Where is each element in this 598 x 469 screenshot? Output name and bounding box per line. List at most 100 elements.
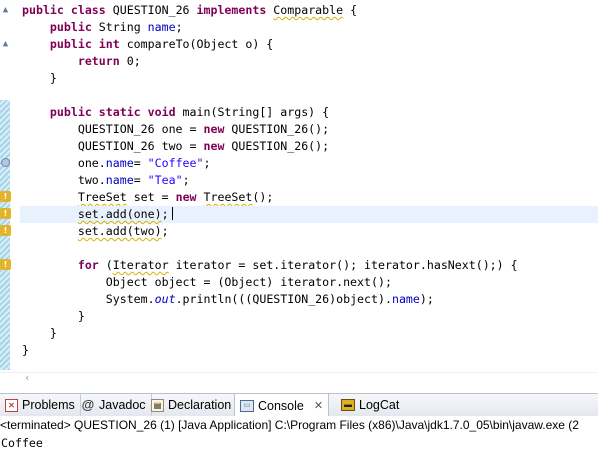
- code-token: TreeSet: [77, 190, 127, 204]
- code-line[interactable]: return 0;: [22, 53, 598, 70]
- code-line[interactable]: set.add(one);: [20, 206, 598, 223]
- tab-javadoc[interactable]: @ Javadoc: [76, 394, 152, 416]
- tab-problems-label: Problems: [22, 398, 75, 412]
- code-token: name: [391, 292, 420, 306]
- code-line[interactable]: public static void main(String[] args) {: [22, 104, 598, 121]
- code-token: }: [22, 343, 29, 357]
- code-token: QUESTION_26();: [231, 139, 330, 153]
- code-line[interactable]: one.name= "Coffee";: [22, 155, 598, 172]
- tab-console-label: Console: [258, 398, 304, 413]
- code-line[interactable]: [22, 87, 598, 104]
- code-line[interactable]: set.add(two);: [22, 223, 598, 240]
- code-token: ;: [175, 20, 183, 34]
- bottom-panel-tabbar: ✕ Problems @ Javadoc ▤ Declaration ▭ Con…: [0, 393, 598, 417]
- code-line[interactable]: }: [22, 70, 598, 87]
- code-token: );: [419, 292, 434, 306]
- fold-collapse-icon[interactable]: ▲: [0, 5, 11, 16]
- code-token: Iterator: [112, 258, 169, 272]
- editor-gutter: ▲ ▲ ! ! ! !: [0, 0, 12, 372]
- code-token: out: [154, 292, 176, 306]
- code-token: ();: [252, 190, 274, 204]
- code-token: ;: [182, 173, 190, 187]
- console-output[interactable]: Coffee: [0, 435, 598, 469]
- close-icon[interactable]: ✕: [314, 395, 323, 417]
- code-token: ;: [161, 224, 169, 238]
- code-token: name: [147, 20, 176, 34]
- code-line[interactable]: TreeSet set = new TreeSet();: [22, 189, 598, 206]
- code-token: }: [22, 326, 57, 340]
- problems-icon: ✕: [5, 398, 18, 412]
- code-token: System.: [22, 292, 155, 306]
- code-token: =: [133, 156, 148, 170]
- code-token: iterator = set.iterator(); iterator.hasN…: [168, 258, 518, 272]
- console-icon: ▭: [240, 399, 254, 412]
- tab-console[interactable]: ▭ Console ✕: [234, 394, 330, 417]
- warning-icon[interactable]: !: [0, 225, 11, 236]
- code-line[interactable]: System.out.println(((QUESTION_26)object)…: [22, 291, 598, 308]
- code-token: public static void: [49, 105, 183, 119]
- code-token: QUESTION_26: [112, 3, 197, 17]
- tab-logcat[interactable]: ▬ LogCat: [336, 394, 404, 416]
- code-token: ;: [203, 156, 211, 170]
- warning-icon[interactable]: !: [0, 259, 11, 270]
- code-token: (: [105, 258, 113, 272]
- code-token: =: [133, 173, 148, 187]
- code-token: "Coffee": [147, 156, 204, 170]
- code-line[interactable]: public class QUESTION_26 implements Comp…: [22, 2, 598, 19]
- code-line[interactable]: }: [22, 325, 598, 342]
- console-status-line: <terminated> QUESTION_26 (1) [Java Appli…: [0, 416, 598, 434]
- code-line[interactable]: two.name= "Tea";: [22, 172, 598, 189]
- tab-problems[interactable]: ✕ Problems: [0, 394, 81, 416]
- declaration-icon: ▤: [151, 398, 164, 412]
- tab-declaration-label: Declaration: [168, 398, 232, 412]
- code-line[interactable]: }: [22, 308, 598, 325]
- code-token: 0;: [126, 54, 141, 68]
- code-token: implements: [196, 3, 274, 17]
- code-token: new: [203, 139, 232, 153]
- fold-collapse-icon[interactable]: ▲: [0, 39, 11, 50]
- horizontal-scrollbar[interactable]: ‹: [0, 372, 598, 385]
- code-token: {: [343, 3, 358, 17]
- source-code[interactable]: public class QUESTION_26 implements Comp…: [20, 2, 598, 359]
- code-token: public: [49, 20, 99, 34]
- code-line[interactable]: public int compareTo(Object o) {: [22, 36, 598, 53]
- tab-javadoc-label: Javadoc: [99, 398, 146, 412]
- code-token: two.: [22, 173, 106, 187]
- code-token: set.add(two): [77, 224, 162, 238]
- scroll-left-icon[interactable]: ‹: [25, 372, 29, 383]
- code-token: set =: [126, 190, 176, 204]
- at-icon: @: [81, 397, 95, 412]
- code-token: ;: [161, 207, 169, 221]
- tab-declaration[interactable]: ▤ Declaration: [146, 394, 238, 416]
- code-token: Object object = (Object) iterator.next()…: [22, 275, 392, 289]
- logcat-icon: ▬: [341, 399, 355, 411]
- code-line[interactable]: for (Iterator iterator = set.iterator();…: [22, 257, 598, 274]
- breakpoint-icon[interactable]: [1, 158, 10, 167]
- code-editor[interactable]: ▲ ▲ ! ! ! ! public class QUESTION_26 imp…: [0, 0, 598, 372]
- code-token: new: [175, 190, 204, 204]
- code-line[interactable]: }: [22, 342, 598, 359]
- code-token: }: [22, 71, 57, 85]
- code-token: main(String[] args) {: [182, 105, 330, 119]
- text-caret: [171, 207, 173, 220]
- warning-icon[interactable]: !: [0, 191, 11, 202]
- code-line[interactable]: QUESTION_26 two = new QUESTION_26();: [22, 138, 598, 155]
- code-token: name: [105, 156, 134, 170]
- code-token: "Tea": [147, 173, 183, 187]
- code-token: TreeSet: [203, 190, 253, 204]
- code-token: return: [77, 54, 127, 68]
- code-token: QUESTION_26 two =: [22, 139, 204, 153]
- tab-logcat-label: LogCat: [359, 398, 400, 412]
- code-line[interactable]: QUESTION_26 one = new QUESTION_26();: [22, 121, 598, 138]
- code-line[interactable]: Object object = (Object) iterator.next()…: [22, 274, 598, 291]
- code-line[interactable]: [22, 240, 598, 257]
- code-line[interactable]: public String name;: [22, 19, 598, 36]
- warning-icon[interactable]: !: [0, 208, 11, 219]
- code-token: .println(((QUESTION_26)object).: [175, 292, 392, 306]
- code-token: QUESTION_26();: [231, 122, 330, 136]
- code-token: compareTo(Object o) {: [126, 37, 274, 51]
